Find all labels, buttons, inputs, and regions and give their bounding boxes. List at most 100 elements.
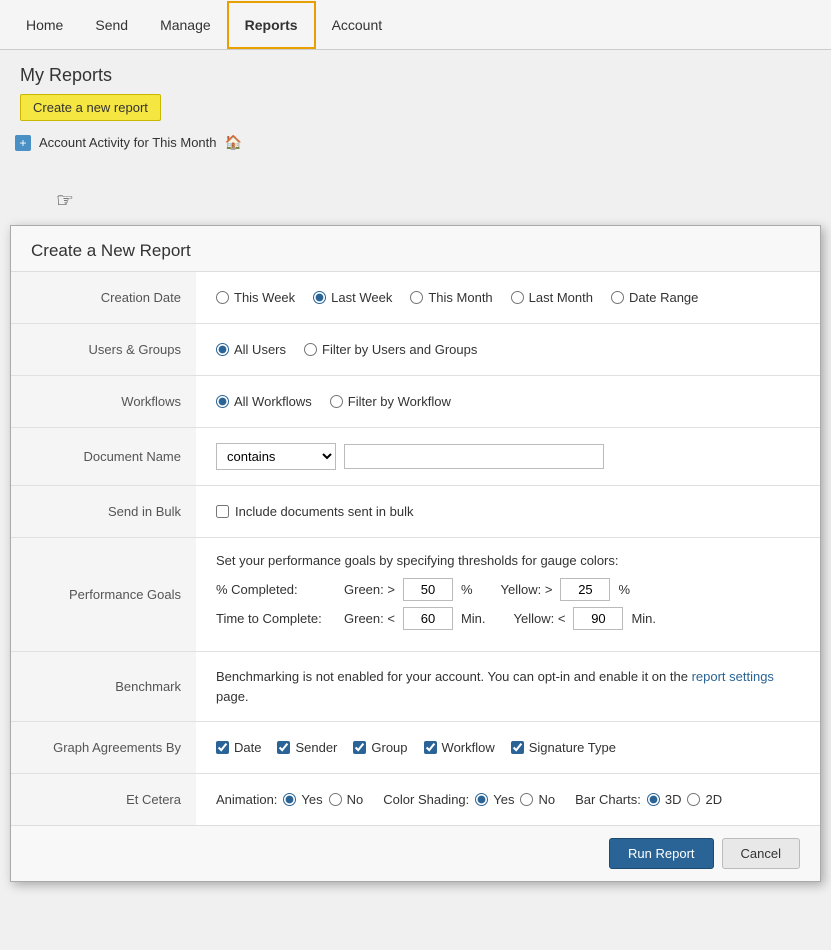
et-cetera-row: Et Cetera Animation: Yes No [11, 774, 820, 826]
bar-3d-text: 3D [665, 792, 682, 807]
radio-color-shading-yes-input[interactable] [475, 793, 488, 806]
pct-yellow-label: Yellow: > [501, 582, 553, 597]
nav-account[interactable]: Account [316, 3, 399, 47]
form-table: Creation Date This Week Last Week [11, 272, 820, 825]
checkbox-group-text: Group [371, 740, 407, 755]
create-new-report-button[interactable]: Create a new report [20, 94, 161, 121]
send-in-bulk-checkbox[interactable] [216, 505, 229, 518]
radio-bar-2d[interactable]: 2D [687, 792, 722, 807]
checkbox-signature-type-label[interactable]: Signature Type [511, 740, 616, 755]
create-report-modal: Create a New Report Creation Date This W… [10, 225, 821, 882]
radio-bar-3d[interactable]: 3D [647, 792, 682, 807]
radio-color-shading-no-input[interactable] [520, 793, 533, 806]
radio-all-workflows-label: All Workflows [234, 394, 312, 409]
time-complete-row: Time to Complete: Green: < Min. Yellow: … [216, 607, 800, 630]
cancel-button[interactable]: Cancel [722, 838, 800, 869]
radio-bar-3d-input[interactable] [647, 793, 660, 806]
radio-color-shading-no[interactable]: No [520, 792, 555, 807]
pct-completed-row: % Completed: Green: > % Yellow: > % [216, 578, 800, 601]
radio-last-week-input[interactable] [313, 291, 326, 304]
page-title: My Reports [20, 65, 811, 86]
home-icon[interactable]: 🏠 [225, 134, 242, 151]
send-in-bulk-row: Send in Bulk Include documents sent in b… [11, 486, 820, 538]
checkbox-date-text: Date [234, 740, 261, 755]
color-shading-yes-text: Yes [493, 792, 514, 807]
checkbox-signature-type[interactable] [511, 741, 524, 754]
expand-icon[interactable]: + [15, 135, 31, 151]
radio-last-week[interactable]: Last Week [313, 290, 392, 305]
run-report-button[interactable]: Run Report [609, 838, 713, 869]
color-shading-no-text: No [538, 792, 555, 807]
checkbox-workflow-text: Workflow [442, 740, 495, 755]
checkbox-sender[interactable] [277, 741, 290, 754]
radio-all-users[interactable]: All Users [216, 342, 286, 357]
radio-animation-yes[interactable]: Yes [283, 792, 322, 807]
modal-footer: Run Report Cancel [11, 825, 820, 881]
radio-animation-no[interactable]: No [329, 792, 364, 807]
checkbox-group[interactable] [353, 741, 366, 754]
et-cetera-content: Animation: Yes No Color Shading: [196, 774, 820, 826]
checkbox-workflow[interactable] [424, 741, 437, 754]
pct-green-unit: % [461, 582, 473, 597]
benchmark-label: Benchmark [11, 652, 196, 722]
radio-date-range-input[interactable] [611, 291, 624, 304]
radio-filter-users-groups[interactable]: Filter by Users and Groups [304, 342, 477, 357]
radio-filter-workflow[interactable]: Filter by Workflow [330, 394, 451, 409]
benchmark-row: Benchmark Benchmarking is not enabled fo… [11, 652, 820, 722]
radio-last-month[interactable]: Last Month [511, 290, 593, 305]
radio-this-week-input[interactable] [216, 291, 229, 304]
radio-last-month-label: Last Month [529, 290, 593, 305]
radio-filter-users-groups-input[interactable] [304, 343, 317, 356]
send-in-bulk-text: Include documents sent in bulk [235, 504, 414, 519]
radio-filter-workflow-input[interactable] [330, 395, 343, 408]
time-green-input[interactable] [403, 607, 453, 630]
checkbox-workflow-label[interactable]: Workflow [424, 740, 495, 755]
pct-yellow-input[interactable] [560, 578, 610, 601]
radio-all-workflows-input[interactable] [216, 395, 229, 408]
report-settings-link[interactable]: report settings [692, 669, 774, 684]
pct-green-label: Green: > [344, 582, 395, 597]
time-yellow-unit: Min. [631, 611, 656, 626]
radio-date-range[interactable]: Date Range [611, 290, 698, 305]
graph-agreements-row: Graph Agreements By Date Sender [11, 722, 820, 774]
checkbox-sender-label[interactable]: Sender [277, 740, 337, 755]
animation-group: Animation: Yes No [216, 792, 363, 807]
time-yellow-input[interactable] [573, 607, 623, 630]
radio-filter-users-groups-label: Filter by Users and Groups [322, 342, 477, 357]
checkbox-signature-type-text: Signature Type [529, 740, 616, 755]
pct-yellow-unit: % [618, 582, 630, 597]
checkbox-group-label[interactable]: Group [353, 740, 407, 755]
radio-animation-yes-input[interactable] [283, 793, 296, 806]
performance-goals-label: Performance Goals [11, 538, 196, 652]
checkbox-sender-text: Sender [295, 740, 337, 755]
nav-manage[interactable]: Manage [144, 3, 227, 47]
benchmark-content: Benchmarking is not enabled for your acc… [196, 652, 820, 722]
document-name-input[interactable] [344, 444, 604, 469]
send-in-bulk-checkbox-label[interactable]: Include documents sent in bulk [216, 504, 800, 519]
nav-reports[interactable]: Reports [227, 1, 316, 49]
radio-all-users-input[interactable] [216, 343, 229, 356]
time-green-label: Green: < [344, 611, 395, 626]
time-green-unit: Min. [461, 611, 486, 626]
contains-select[interactable]: contains starts with equals [216, 443, 336, 470]
radio-this-week[interactable]: This Week [216, 290, 295, 305]
radio-animation-no-input[interactable] [329, 793, 342, 806]
nav-home[interactable]: Home [10, 3, 79, 47]
radio-date-range-label: Date Range [629, 290, 698, 305]
nav-send[interactable]: Send [79, 3, 144, 47]
radio-this-month[interactable]: This Month [410, 290, 492, 305]
radio-all-workflows[interactable]: All Workflows [216, 394, 312, 409]
pct-green-input[interactable] [403, 578, 453, 601]
radio-last-month-input[interactable] [511, 291, 524, 304]
bar-charts-group: Bar Charts: 3D 2D [575, 792, 722, 807]
benchmark-text-after: page. [216, 689, 249, 704]
checkbox-date[interactable] [216, 741, 229, 754]
radio-color-shading-yes[interactable]: Yes [475, 792, 514, 807]
send-in-bulk-label: Send in Bulk [11, 486, 196, 538]
graph-agreements-content: Date Sender Group Workflow [196, 722, 820, 774]
animation-yes-text: Yes [301, 792, 322, 807]
pct-completed-text: % Completed: [216, 582, 336, 597]
radio-this-month-input[interactable] [410, 291, 423, 304]
radio-bar-2d-input[interactable] [687, 793, 700, 806]
checkbox-date-label[interactable]: Date [216, 740, 261, 755]
